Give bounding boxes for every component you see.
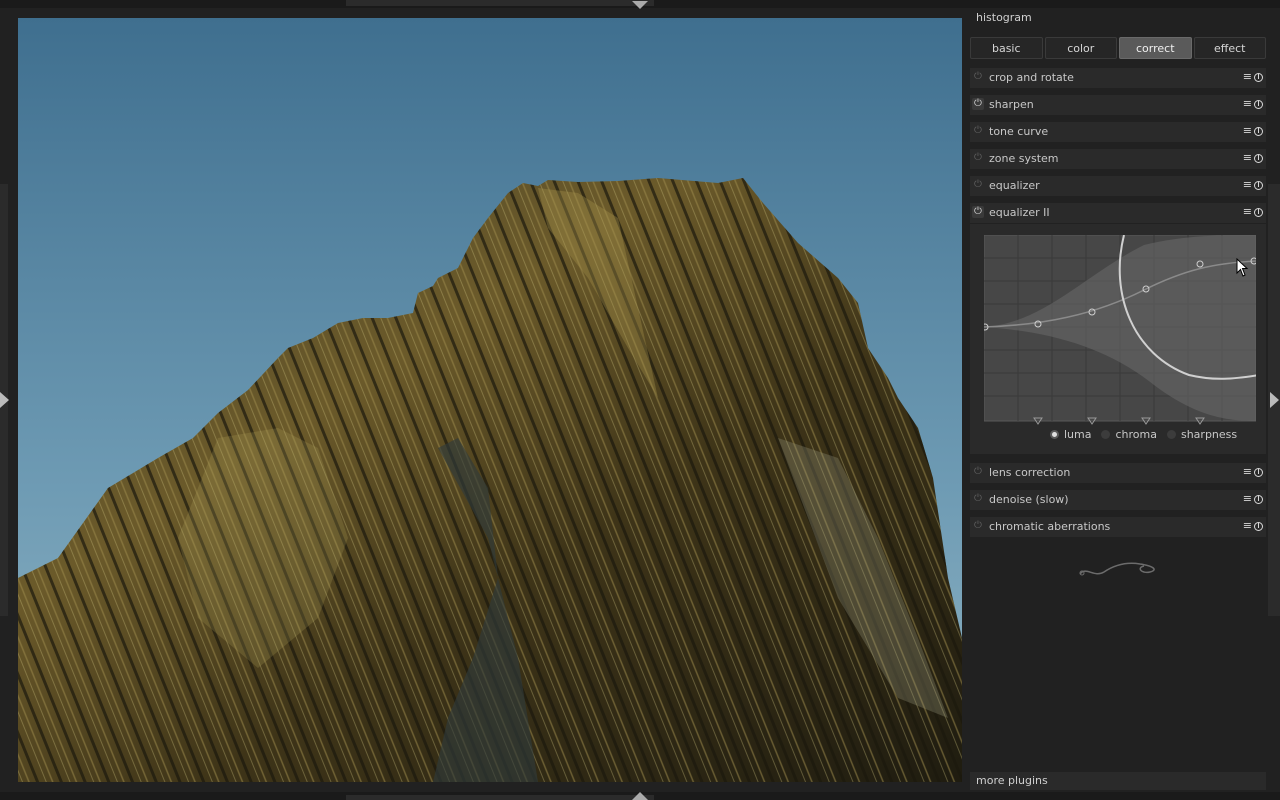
module-tone-curve[interactable]: ⏻ tone curve ≡ xyxy=(970,122,1266,142)
module-label: chromatic aberrations xyxy=(989,520,1111,533)
power-icon[interactable]: ⏻ xyxy=(972,98,984,110)
menu-icon[interactable]: ≡ xyxy=(1243,124,1252,137)
menu-icon[interactable]: ≡ xyxy=(1243,70,1252,83)
bottom-panel-strip xyxy=(346,795,654,800)
tab-effect[interactable]: effect xyxy=(1193,37,1266,59)
power-icon[interactable]: ⏻ xyxy=(972,179,984,191)
power-icon[interactable]: ⏻ xyxy=(972,125,984,137)
module-sharpen[interactable]: ⏻ sharpen ≡ xyxy=(970,95,1266,115)
more-plugins-label: more plugins xyxy=(976,774,1048,787)
radio-label: sharpness xyxy=(1180,428,1238,441)
power-icon[interactable]: ⏻ xyxy=(972,206,984,218)
menu-icon[interactable]: ≡ xyxy=(1243,151,1252,164)
equalizer-mode-selector: luma chroma sharpness xyxy=(1050,428,1237,441)
module-group-tabs: basic color correct effect xyxy=(970,37,1266,59)
menu-icon[interactable]: ≡ xyxy=(1243,519,1252,532)
menu-icon[interactable]: ≡ xyxy=(1243,97,1252,110)
radio-dot xyxy=(1101,430,1111,439)
radio-label: luma xyxy=(1064,428,1092,441)
equalizer-curve-graph[interactable] xyxy=(984,235,1256,425)
radio-label: chroma xyxy=(1115,428,1157,441)
equalizer-ii-controls: luma chroma sharpness xyxy=(970,224,1266,454)
collapse-right-arrow-icon[interactable] xyxy=(1270,392,1279,408)
power-icon[interactable]: ⏻ xyxy=(972,71,984,83)
module-equalizer-ii[interactable]: ⏻ equalizer II ≡ xyxy=(970,203,1266,223)
module-lens-correction[interactable]: ⏻ lens correction ≡ xyxy=(970,463,1266,483)
module-label: equalizer II xyxy=(989,206,1050,219)
reset-icon[interactable] xyxy=(1254,522,1263,531)
histogram-title: histogram xyxy=(976,11,1032,24)
tab-color[interactable]: color xyxy=(1044,37,1117,59)
module-label: denoise (slow) xyxy=(989,493,1069,506)
mouse-cursor-icon xyxy=(1236,258,1249,277)
rock-photo xyxy=(18,18,962,782)
module-label: zone system xyxy=(989,152,1059,165)
power-icon[interactable]: ⏻ xyxy=(972,520,984,532)
end-flourish-icon xyxy=(1079,562,1155,576)
more-plugins-button[interactable]: more plugins xyxy=(970,772,1266,790)
reset-icon[interactable] xyxy=(1254,100,1263,109)
reset-icon[interactable] xyxy=(1254,468,1263,477)
reset-icon[interactable] xyxy=(1254,154,1263,163)
menu-icon[interactable]: ≡ xyxy=(1243,205,1252,218)
module-label: equalizer xyxy=(989,179,1040,192)
right-panel: histogram basic color correct effect ⏻ c… xyxy=(968,8,1268,794)
reset-icon[interactable] xyxy=(1254,208,1263,217)
radio-dot xyxy=(1050,430,1059,439)
collapse-left-arrow-icon[interactable] xyxy=(0,392,9,408)
image-canvas[interactable] xyxy=(18,18,962,782)
reset-icon[interactable] xyxy=(1254,127,1263,136)
power-icon[interactable]: ⏻ xyxy=(972,493,984,505)
reset-icon[interactable] xyxy=(1254,181,1263,190)
radio-luma[interactable]: luma xyxy=(1050,428,1091,441)
module-chromatic-aberrations[interactable]: ⏻ chromatic aberrations ≡ xyxy=(970,517,1266,537)
power-icon[interactable]: ⏻ xyxy=(972,152,984,164)
radio-dot xyxy=(1166,430,1176,439)
power-icon[interactable]: ⏻ xyxy=(972,466,984,478)
module-label: crop and rotate xyxy=(989,71,1074,84)
tab-correct[interactable]: correct xyxy=(1119,37,1192,59)
reset-icon[interactable] xyxy=(1254,73,1263,82)
radio-chroma[interactable]: chroma xyxy=(1101,428,1157,441)
collapse-top-arrow-icon[interactable] xyxy=(632,1,648,9)
reset-icon[interactable] xyxy=(1254,495,1263,504)
menu-icon[interactable]: ≡ xyxy=(1243,465,1252,478)
module-label: lens correction xyxy=(989,466,1071,479)
module-denoise-slow[interactable]: ⏻ denoise (slow) ≡ xyxy=(970,490,1266,510)
module-label: sharpen xyxy=(989,98,1034,111)
tab-basic[interactable]: basic xyxy=(970,37,1043,59)
module-equalizer[interactable]: ⏻ equalizer ≡ xyxy=(970,176,1266,196)
module-label: tone curve xyxy=(989,125,1049,138)
module-crop-and-rotate[interactable]: ⏻ crop and rotate ≡ xyxy=(970,68,1266,88)
menu-icon[interactable]: ≡ xyxy=(1243,178,1252,191)
menu-icon[interactable]: ≡ xyxy=(1243,492,1252,505)
module-zone-system[interactable]: ⏻ zone system ≡ xyxy=(970,149,1266,169)
top-panel-strip xyxy=(346,0,654,6)
radio-sharpness[interactable]: sharpness xyxy=(1166,428,1238,441)
collapse-bottom-arrow-icon[interactable] xyxy=(632,792,648,800)
